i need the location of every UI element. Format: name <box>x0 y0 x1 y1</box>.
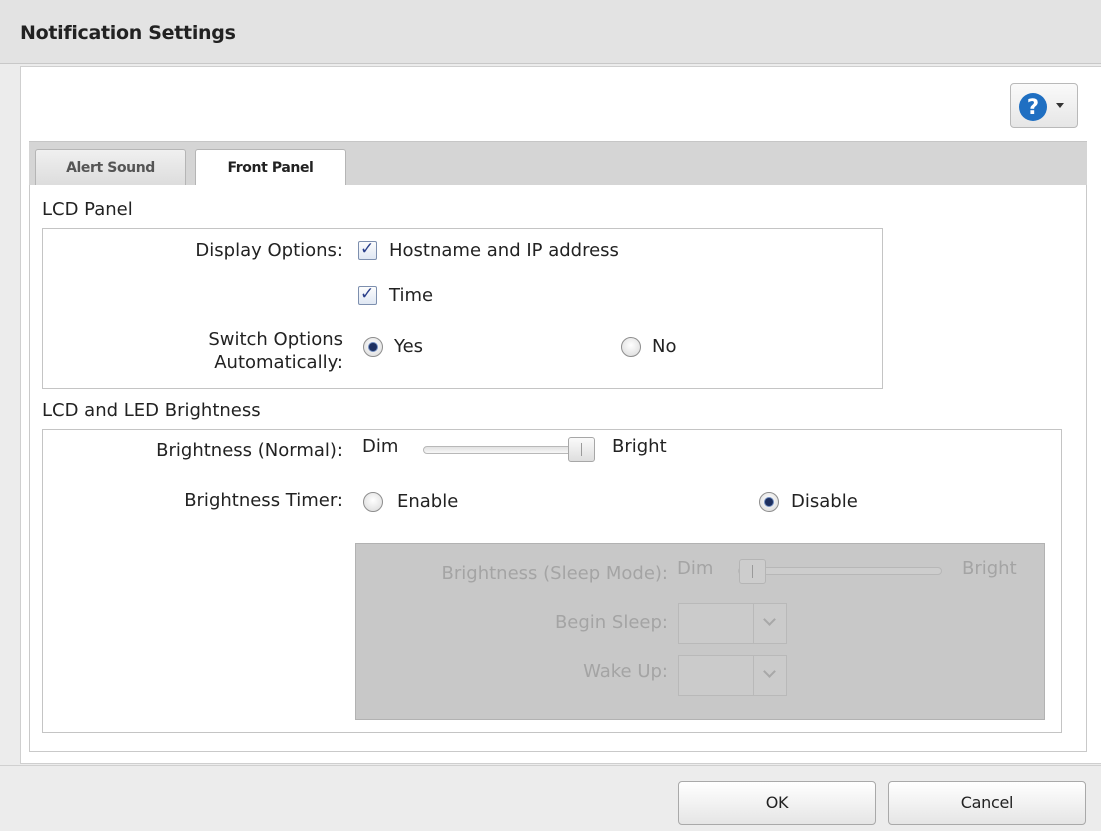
tab-front-panel[interactable]: Front Panel <box>195 149 346 187</box>
wake-up-label: Wake Up: <box>583 661 668 682</box>
timer-enable-label: Enable <box>397 491 459 512</box>
hostname-ip-checkbox[interactable]: ✓ <box>358 239 377 260</box>
begin-sleep-label: Begin Sleep: <box>554 612 668 633</box>
sleep-brightness-slider[interactable] <box>738 567 942 575</box>
chevron-down-icon <box>753 604 786 643</box>
hostname-ip-label: Hostname and IP address <box>389 240 619 261</box>
switch-options-label-line2: Automatically: <box>214 352 343 373</box>
checkmark-icon: ✓ <box>360 284 375 304</box>
cancel-button[interactable]: Cancel <box>888 781 1086 825</box>
sleep-brightness-label: Brightness (Sleep Mode): <box>441 563 668 584</box>
switch-yes-label: Yes <box>394 336 424 357</box>
caret-down-icon <box>1056 103 1064 108</box>
brightness-normal-label: Brightness (Normal): <box>156 440 343 461</box>
lcd-panel-heading: LCD Panel <box>42 199 133 220</box>
sleep-brightness-slider-thumb[interactable] <box>739 559 766 584</box>
switch-no-label: No <box>652 336 677 357</box>
tab-alert-sound[interactable]: Alert Sound <box>35 149 186 186</box>
sleep-dim-label: Dim <box>677 558 714 579</box>
brightness-heading: LCD and LED Brightness <box>42 400 261 421</box>
switch-no-radio[interactable] <box>621 337 641 357</box>
timer-disable-label: Disable <box>791 491 858 512</box>
brightness-timer-label: Brightness Timer: <box>184 490 343 511</box>
dialog-footer: OK Cancel <box>0 765 1101 831</box>
time-checkbox[interactable]: ✓ <box>358 284 377 305</box>
begin-sleep-select[interactable] <box>678 603 787 644</box>
time-label: Time <box>389 285 434 306</box>
checkmark-icon: ✓ <box>360 239 375 259</box>
dialog-title: Notification Settings <box>20 22 236 44</box>
timer-enable-radio[interactable] <box>363 492 383 512</box>
switch-options-label-line1: Switch Options <box>208 329 343 350</box>
wake-up-select[interactable] <box>678 655 787 696</box>
title-bar: Notification Settings <box>0 0 1101 64</box>
brightness-normal-slider-thumb[interactable] <box>568 437 595 462</box>
brightness-dim-label: Dim <box>362 436 399 457</box>
sleep-bright-label: Bright <box>962 558 1017 579</box>
timer-disable-radio[interactable] <box>759 492 779 512</box>
chevron-down-icon <box>753 656 786 695</box>
tab-strip: Alert Sound Front Panel <box>29 141 1087 187</box>
switch-yes-radio[interactable] <box>363 337 383 357</box>
notification-settings-dialog: Notification Settings ? Alert Sound Fron… <box>0 0 1101 831</box>
help-question-icon: ? <box>1019 93 1047 121</box>
brightness-bright-label: Bright <box>612 436 667 457</box>
display-options-label: Display Options: <box>195 240 343 261</box>
help-button[interactable]: ? <box>1010 83 1078 128</box>
ok-button[interactable]: OK <box>678 781 876 825</box>
